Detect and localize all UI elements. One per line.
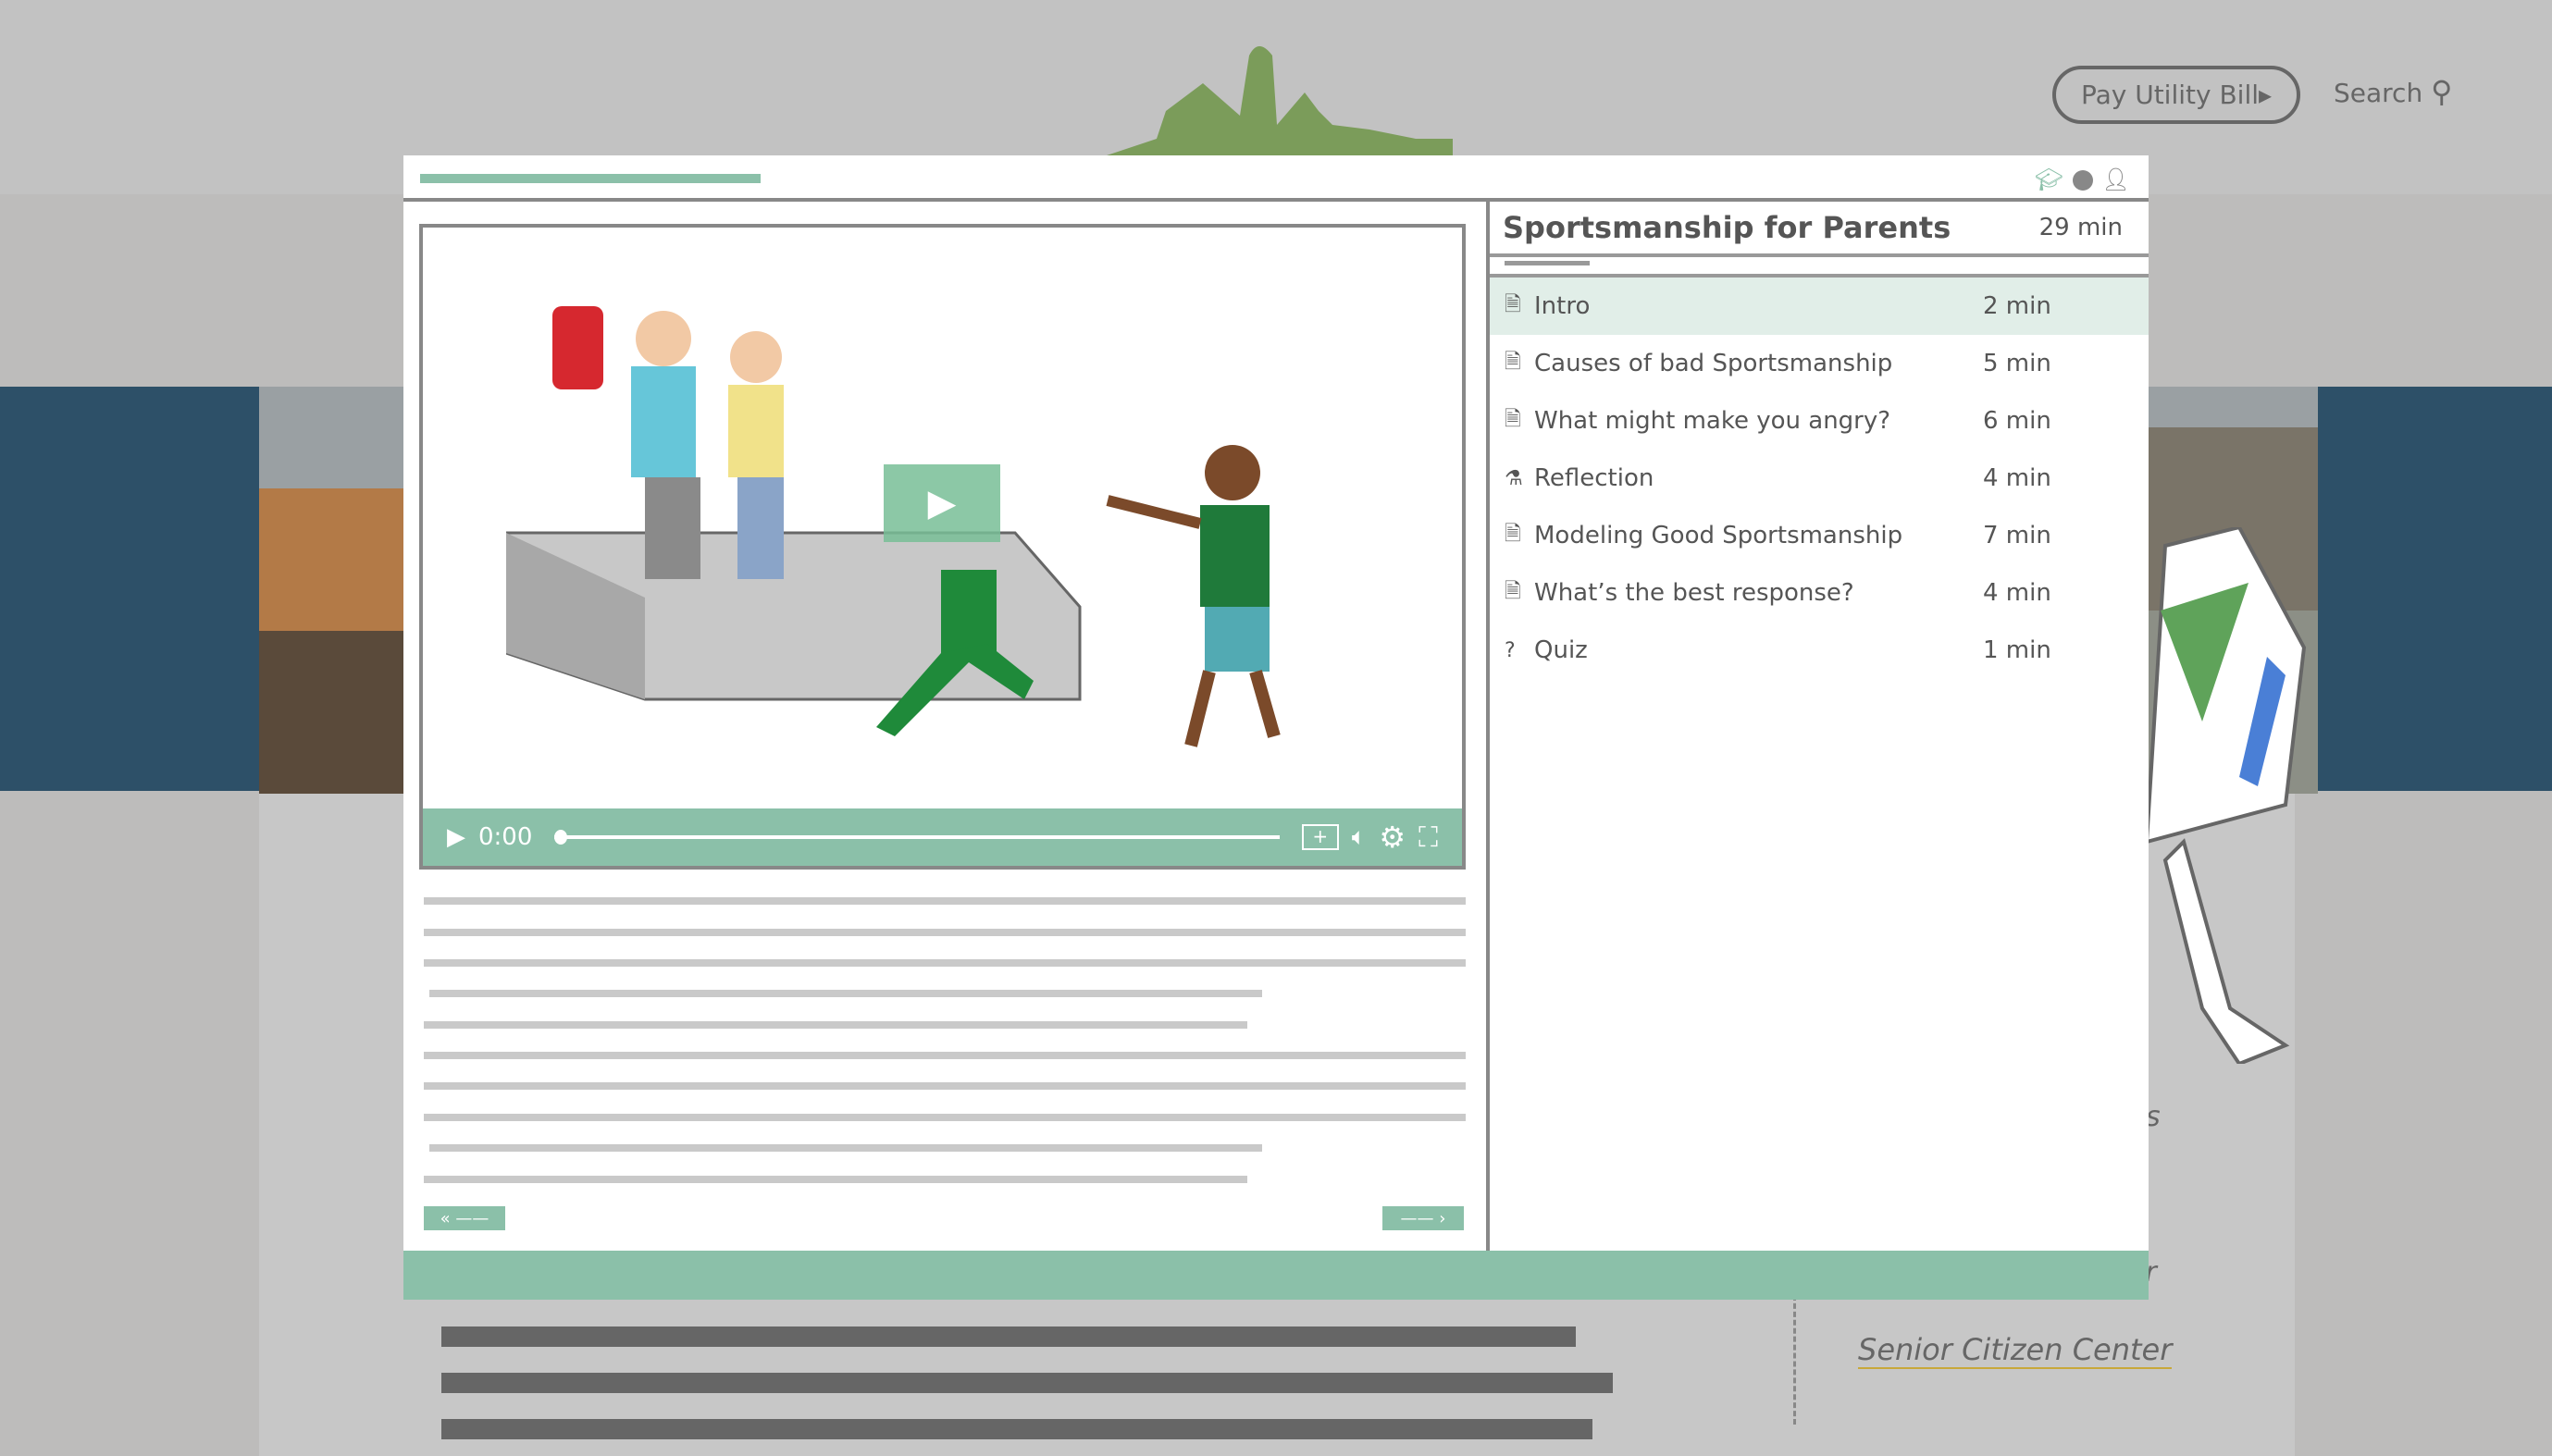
lesson-duration: 7 min — [1983, 522, 2051, 549]
lesson-label: What’s the best response? — [1534, 579, 1854, 607]
lesson-item[interactable]: 🗎 Intro 2 min — [1490, 278, 2149, 335]
user-icon[interactable]: 👤︎ — [2102, 167, 2130, 192]
next-button[interactable]: —— › — [1382, 1206, 1464, 1230]
play-icon[interactable]: ▶ — [447, 823, 465, 851]
lesson-label: Modeling Good Sportsmanship — [1534, 522, 1903, 549]
document-icon: 🗎 — [1505, 523, 1521, 546]
text-placeholder — [424, 1082, 1466, 1090]
lesson-duration: 1 min — [1983, 636, 2051, 664]
settings-gear-icon[interactable]: ⚙ — [1379, 820, 1406, 855]
divider — [1793, 1295, 1796, 1425]
modal-footer-bar — [403, 1251, 2149, 1300]
lesson-label: Causes of bad Sportsmanship — [1534, 350, 1893, 377]
hero-photo-left — [259, 387, 407, 794]
text-placeholder — [441, 1373, 1613, 1393]
question-icon: ? — [1505, 638, 1516, 662]
video-player[interactable]: ▶ ▶ 0:00 + 🔈︎ ⚙ ⛶ — [419, 224, 1466, 870]
text-placeholder — [441, 1326, 1576, 1347]
captions-icon[interactable]: + — [1301, 824, 1339, 850]
graduation-cap-icon[interactable]: 🎓︎ — [2035, 167, 2063, 192]
big-play-button[interactable]: ▶ — [884, 464, 1000, 542]
modal-toolbar: 🎓︎ 👤︎ — [403, 155, 2149, 202]
lesson-duration: 6 min — [1983, 407, 2051, 435]
lesson-label: Reflection — [1534, 464, 1654, 492]
seek-bar[interactable] — [554, 830, 1280, 845]
mascot-illustration — [2144, 527, 2307, 1064]
document-icon: 🗎 — [1505, 351, 1521, 374]
text-placeholder — [424, 897, 1466, 905]
lesson-item[interactable]: 🗎 Modeling Good Sportsmanship 7 min — [1490, 507, 2149, 564]
city-skyline-logo — [1101, 46, 1453, 157]
text-placeholder — [424, 1021, 1247, 1029]
text-placeholder — [429, 990, 1262, 997]
text-placeholder — [424, 1176, 1247, 1183]
search-button[interactable]: Search ⚲ — [2334, 74, 2453, 109]
course-duration: 29 min — [2038, 214, 2123, 241]
video-controls: ▶ 0:00 + 🔈︎ ⚙ ⛶ — [423, 808, 1462, 866]
text-placeholder — [429, 1144, 1262, 1152]
flask-icon: ⚗ — [1505, 466, 1523, 490]
lesson-item[interactable]: 🗎 What’s the best response? 4 min — [1490, 564, 2149, 622]
text-placeholder — [424, 959, 1466, 967]
text-placeholder — [441, 1419, 1592, 1439]
lesson-item[interactable]: ? Quiz 1 min — [1490, 622, 2149, 679]
previous-button[interactable]: « —— — [424, 1206, 505, 1230]
volume-icon[interactable]: 🔈︎ — [1352, 823, 1367, 852]
course-header: Sportsmanship for Parents 29 min — [1490, 202, 2149, 257]
lesson-duration: 2 min — [1983, 292, 2051, 320]
lesson-item[interactable]: 🗎 What might make you angry? 6 min — [1490, 392, 2149, 450]
document-icon: 🗎 — [1505, 293, 1521, 316]
video-document-icon: 🗎 — [1505, 580, 1521, 603]
lesson-label: What might make you angry? — [1534, 407, 1891, 435]
status-circle-icon[interactable] — [2072, 170, 2093, 191]
course-modal: 🎓︎ 👤︎ ▶ ▶ 0:00 + 🔈︎ ⚙ ⛶ « —— —— › Sports… — [403, 155, 2149, 1300]
time-display: 0:00 — [478, 823, 533, 851]
video-document-icon: 🗎 — [1505, 408, 1521, 431]
lesson-duration: 5 min — [1983, 350, 2051, 377]
text-placeholder — [424, 929, 1466, 936]
lesson-duration: 4 min — [1983, 579, 2051, 607]
lesson-item[interactable]: 🗎 Causes of bad Sportsmanship 5 min — [1490, 335, 2149, 392]
course-outline: Sportsmanship for Parents 29 min 🗎 Intro 2… — [1486, 202, 2149, 1251]
fullscreen-icon[interactable]: ⛶ — [1418, 821, 1438, 854]
text-placeholder — [424, 1052, 1466, 1059]
lesson-label: Intro — [1534, 292, 1591, 320]
pay-utility-bill-button[interactable]: Pay Utility Bill ▸ — [2052, 66, 2300, 124]
senior-citizen-center-link[interactable]: Senior Citizen Center — [1858, 1332, 2173, 1369]
lesson-item[interactable]: ⚗ Reflection 4 min — [1490, 450, 2149, 507]
lesson-label: Quiz — [1534, 636, 1588, 664]
course-progress-bar — [420, 174, 761, 183]
lesson-duration: 4 min — [1983, 464, 2051, 492]
text-placeholder — [424, 1114, 1466, 1121]
search-icon: ⚲ — [2431, 74, 2453, 109]
seek-handle[interactable] — [554, 830, 568, 845]
course-title: Sportsmanship for Parents — [1503, 210, 1951, 245]
outline-tab-indicator — [1505, 261, 1590, 265]
